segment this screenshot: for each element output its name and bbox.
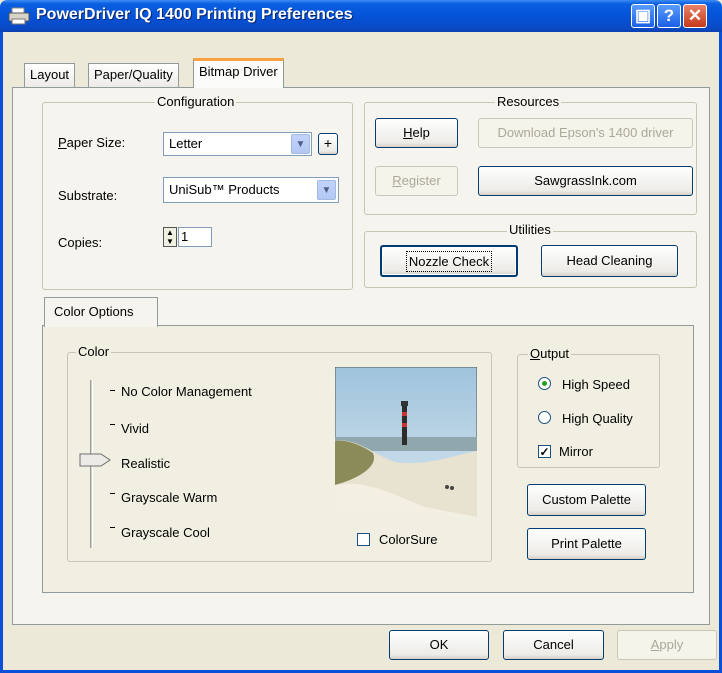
help-button[interactable]: Help xyxy=(375,118,458,148)
substrate-select[interactable]: UniSub™ Products xyxy=(163,177,339,203)
resources-title: Resources xyxy=(495,94,562,109)
color-preview-image xyxy=(335,367,477,517)
colorsure-label[interactable]: ColorSure xyxy=(379,532,438,547)
print-palette-button[interactable]: Print Palette xyxy=(527,528,646,560)
nozzle-check-label: Nozzle Check xyxy=(405,251,493,272)
add-paper-size-button[interactable]: + xyxy=(318,133,338,155)
high-speed-label[interactable]: High Speed xyxy=(562,377,630,392)
context-help-button[interactable]: ▣ xyxy=(631,4,655,28)
configuration-title: Configuration xyxy=(155,94,237,109)
dropdown-arrow-icon[interactable]: ▼ xyxy=(291,134,310,154)
close-button[interactable]: ✕ xyxy=(683,4,707,28)
high-quality-radio[interactable] xyxy=(538,411,551,424)
tab-layout[interactable]: Layout xyxy=(24,63,76,87)
slider-tick xyxy=(110,493,115,494)
nozzle-check-button[interactable]: Nozzle Check xyxy=(380,245,518,277)
option-vivid[interactable]: Vivid xyxy=(121,421,149,436)
option-grayscale-cool[interactable]: Grayscale Cool xyxy=(121,525,210,540)
color-group-title: Color xyxy=(76,344,112,359)
download-epson-driver-button[interactable]: Download Epson's 1400 driver xyxy=(478,118,693,148)
head-cleaning-button[interactable]: Head Cleaning xyxy=(541,245,678,277)
mirror-checkbox[interactable]: ✓ xyxy=(538,445,551,458)
colorsure-checkbox[interactable] xyxy=(357,533,370,546)
utilities-title: Utilities xyxy=(507,222,553,237)
slider-tick xyxy=(110,527,115,528)
copies-input[interactable]: 1 xyxy=(178,227,212,247)
tab-color-options[interactable]: Color Options xyxy=(44,297,158,327)
option-grayscale-warm[interactable]: Grayscale Warm xyxy=(121,490,217,505)
option-no-color-management[interactable]: No Color Management xyxy=(121,384,252,399)
ok-button[interactable]: OK xyxy=(389,630,489,660)
output-title: Output xyxy=(528,346,572,361)
help-caption-button[interactable]: ? xyxy=(657,4,681,28)
mirror-label[interactable]: Mirror xyxy=(559,444,593,459)
sawgrassink-button[interactable]: SawgrassInk.com xyxy=(478,166,693,196)
spinner-icon[interactable]: ▲ ▼ xyxy=(163,227,177,247)
window-title: PowerDriver IQ 1400 Printing Preferences xyxy=(36,6,353,23)
apply-button[interactable]: Apply xyxy=(617,630,717,660)
slider-thumb[interactable] xyxy=(79,453,111,467)
option-realistic[interactable]: Realistic xyxy=(121,456,170,471)
cancel-button[interactable]: Cancel xyxy=(503,630,604,660)
slider-tick xyxy=(110,424,115,425)
copies-label: Copies: xyxy=(58,235,103,250)
paper-size-select[interactable]: Letter xyxy=(163,132,312,156)
dropdown-arrow-icon[interactable]: ▼ xyxy=(317,180,336,200)
register-button[interactable]: Register xyxy=(375,166,458,196)
custom-palette-button[interactable]: Custom Palette xyxy=(527,484,646,516)
high-speed-radio[interactable] xyxy=(538,377,551,390)
tab-paper-quality[interactable]: Paper/Quality xyxy=(88,63,179,87)
high-quality-label[interactable]: High Quality xyxy=(562,411,633,426)
tab-bitmap-driver[interactable]: Bitmap Driver xyxy=(193,58,284,88)
substrate-label: Substrate: xyxy=(58,188,118,203)
checkmark-icon: ✓ xyxy=(539,445,550,459)
paper-size-label: Paper Size: xyxy=(58,135,126,150)
printer-icon xyxy=(8,7,30,25)
slider-tick xyxy=(110,390,115,391)
